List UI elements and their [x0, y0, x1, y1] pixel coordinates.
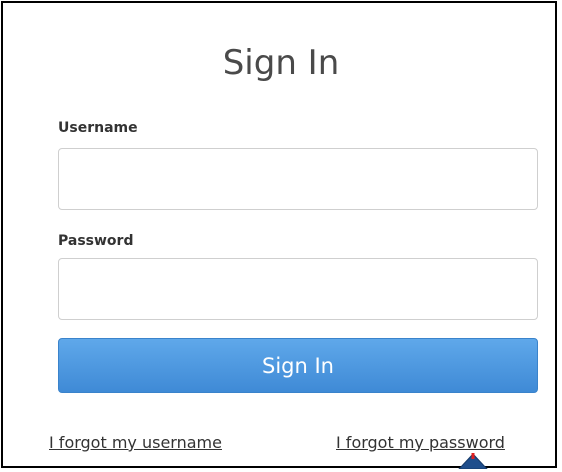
forgot-password-link[interactable]: I forgot my password — [336, 433, 505, 453]
forgot-username-link[interactable]: I forgot my username — [49, 433, 222, 453]
pointer-arrow-icon — [458, 453, 488, 469]
page-title: Sign In — [222, 43, 340, 83]
password-input[interactable] — [58, 258, 538, 320]
sign-in-button[interactable]: Sign In — [58, 338, 538, 393]
username-input[interactable] — [58, 148, 538, 210]
username-label: Username — [58, 120, 138, 136]
password-label: Password — [58, 233, 134, 249]
sign-in-panel: Sign In Username Password Sign In I forg… — [1, 1, 557, 468]
